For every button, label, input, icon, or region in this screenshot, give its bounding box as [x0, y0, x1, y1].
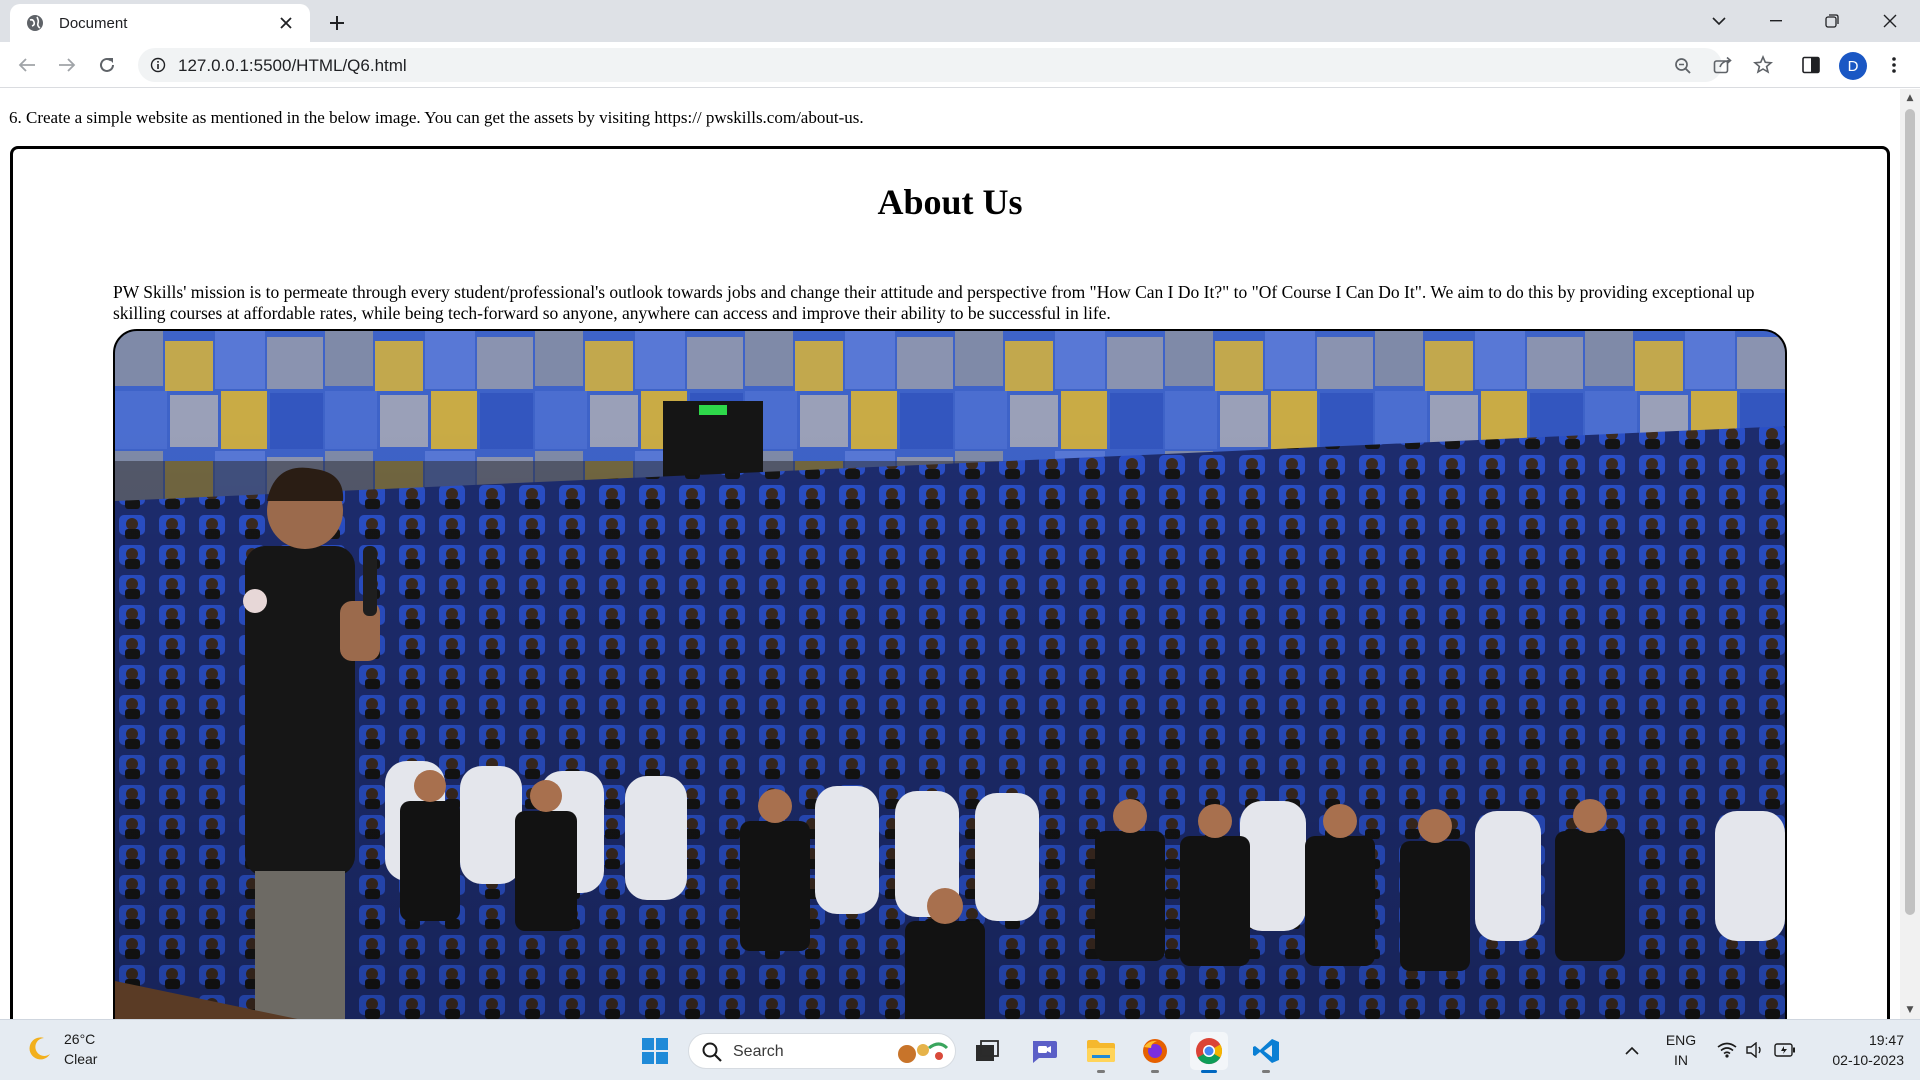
- clock-time[interactable]: 19:47: [1812, 1032, 1904, 1048]
- close-tab-icon[interactable]: [274, 11, 298, 35]
- vscode-icon: [1253, 1039, 1279, 1063]
- file-explorer-app[interactable]: [1082, 1032, 1120, 1073]
- active-indicator: [1201, 1070, 1217, 1073]
- tab-title: Document: [59, 14, 128, 32]
- clock-date[interactable]: 02-10-2023: [1812, 1052, 1904, 1068]
- chrome-app[interactable]: [1190, 1032, 1228, 1073]
- vscode-app[interactable]: [1247, 1032, 1285, 1073]
- battery-icon[interactable]: [1774, 1039, 1796, 1061]
- tab-document[interactable]: Document: [10, 4, 310, 42]
- chrome-icon: [1196, 1038, 1223, 1065]
- page-scrollbar[interactable]: ▲ ▼: [1900, 89, 1920, 1019]
- address-bar[interactable]: 127.0.0.1:5500/HTML/Q6.html: [138, 48, 1722, 82]
- firefox-icon: [1143, 1039, 1167, 1063]
- zoom-icon[interactable]: [1672, 55, 1694, 77]
- running-indicator: [1097, 1070, 1105, 1073]
- scroll-down-icon[interactable]: ▼: [1904, 1005, 1916, 1015]
- info-icon[interactable]: [148, 55, 168, 75]
- running-indicator: [1151, 1070, 1159, 1073]
- globe-icon: [25, 13, 45, 33]
- scroll-thumb[interactable]: [1905, 109, 1915, 915]
- search-highlight-icon: [898, 1042, 949, 1063]
- taskbar-search-box[interactable]: Search: [688, 1033, 956, 1069]
- region-code[interactable]: IN: [1664, 1052, 1698, 1068]
- task-view-button[interactable]: [968, 1032, 1006, 1070]
- about-section-frame: About Us PW Skills' mission is to permea…: [10, 146, 1890, 1019]
- profile-avatar[interactable]: D: [1839, 52, 1867, 80]
- search-icon: [702, 1042, 722, 1062]
- firefox-app[interactable]: [1136, 1032, 1174, 1073]
- weather-temperature[interactable]: 26°C: [64, 1031, 95, 1047]
- kebab-menu-icon[interactable]: [1882, 53, 1906, 77]
- page-viewport: 6. Create a simple website as mentioned …: [0, 89, 1900, 1019]
- moon-icon[interactable]: [24, 1034, 54, 1064]
- page-title: About Us: [877, 182, 1023, 222]
- folder-icon: [1087, 1040, 1115, 1062]
- star-icon[interactable]: [1751, 53, 1775, 77]
- restore-button[interactable]: [1814, 6, 1850, 36]
- language-code[interactable]: ENG: [1664, 1032, 1698, 1048]
- back-button[interactable]: [11, 49, 43, 81]
- auditorium-photo: [113, 329, 1787, 1019]
- windows-taskbar: 26°C Clear Search ENG IN 19:47 02-10-202…: [0, 1019, 1920, 1080]
- browser-tab-strip: Document: [0, 0, 1920, 42]
- windows-logo-icon: [642, 1038, 668, 1064]
- wifi-icon[interactable]: [1716, 1039, 1738, 1061]
- weather-condition[interactable]: Clear: [64, 1051, 97, 1067]
- search-label: Search: [733, 1043, 784, 1060]
- new-tab-button[interactable]: [322, 8, 352, 38]
- mission-paragraph: PW Skills' mission is to permeate throug…: [113, 282, 1755, 323]
- minimize-button[interactable]: [1758, 6, 1794, 36]
- browser-toolbar: 127.0.0.1:5500/HTML/Q6.html: [0, 42, 1920, 88]
- forward-button[interactable]: [51, 49, 83, 81]
- url-text[interactable]: 127.0.0.1:5500/HTML/Q6.html: [178, 56, 407, 76]
- tab-search-chevron-icon[interactable]: [1701, 6, 1737, 36]
- close-window-button[interactable]: [1872, 6, 1908, 36]
- running-indicator: [1262, 1070, 1270, 1073]
- start-button[interactable]: [636, 1032, 674, 1070]
- reload-button[interactable]: [91, 49, 123, 81]
- auditorium-photo-drawing: [115, 331, 1785, 1019]
- question-text: 6. Create a simple website as mentioned …: [9, 108, 864, 127]
- side-panel-icon[interactable]: [1799, 53, 1823, 77]
- share-icon[interactable]: [1711, 53, 1735, 77]
- scroll-up-icon[interactable]: ▲: [1904, 93, 1916, 103]
- task-view-icon: [976, 1040, 999, 1061]
- chevron-up-icon[interactable]: [1621, 1039, 1643, 1061]
- chat-app[interactable]: [1025, 1032, 1063, 1070]
- video-chat-icon: [1033, 1041, 1057, 1063]
- volume-icon[interactable]: [1744, 1039, 1766, 1061]
